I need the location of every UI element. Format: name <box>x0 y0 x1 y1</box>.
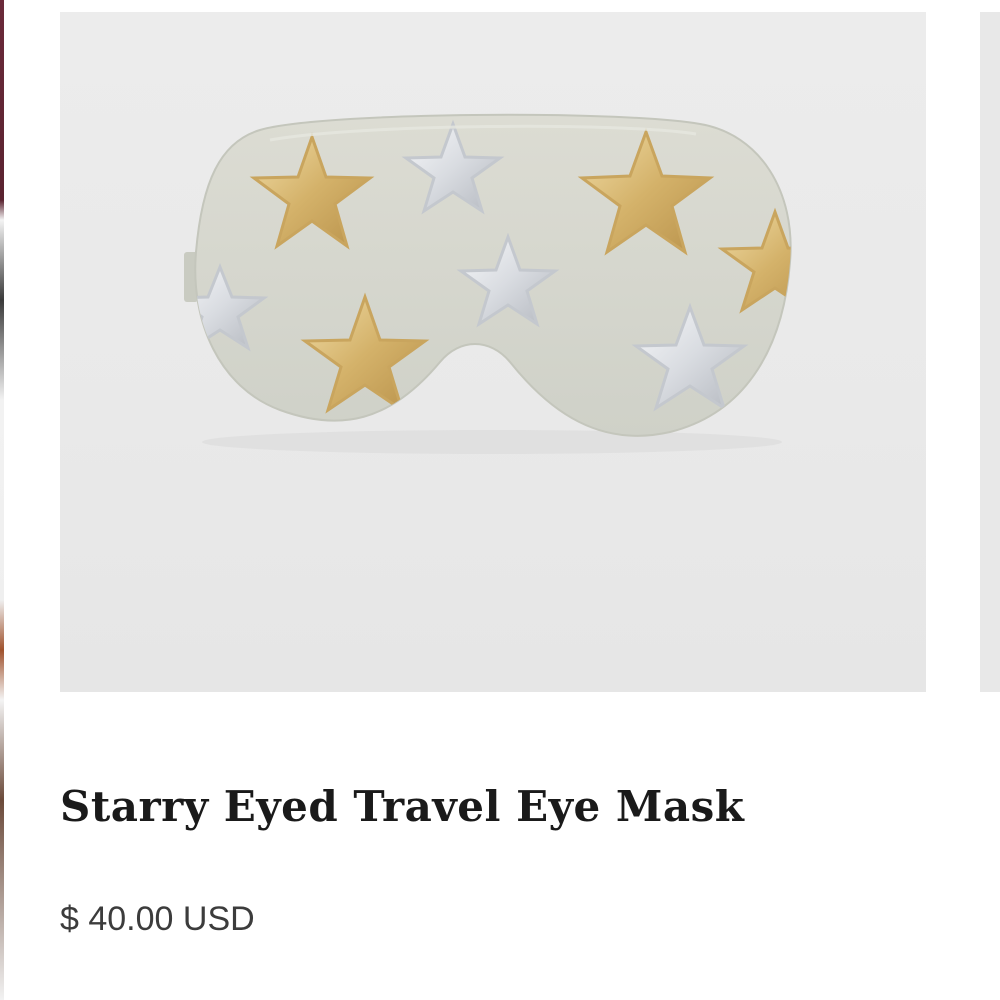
adjacent-card-edge-right[interactable] <box>980 12 1000 692</box>
eye-mask-illustration <box>184 113 792 454</box>
product-price: $ 40.00 USD <box>60 900 255 938</box>
product-title[interactable]: Starry Eyed Travel Eye Mask <box>60 782 926 831</box>
product-image[interactable] <box>60 12 926 692</box>
adjacent-card-edge-left <box>0 0 4 1000</box>
product-card[interactable]: Starry Eyed Travel Eye Mask $ 40.00 USD <box>60 12 926 972</box>
